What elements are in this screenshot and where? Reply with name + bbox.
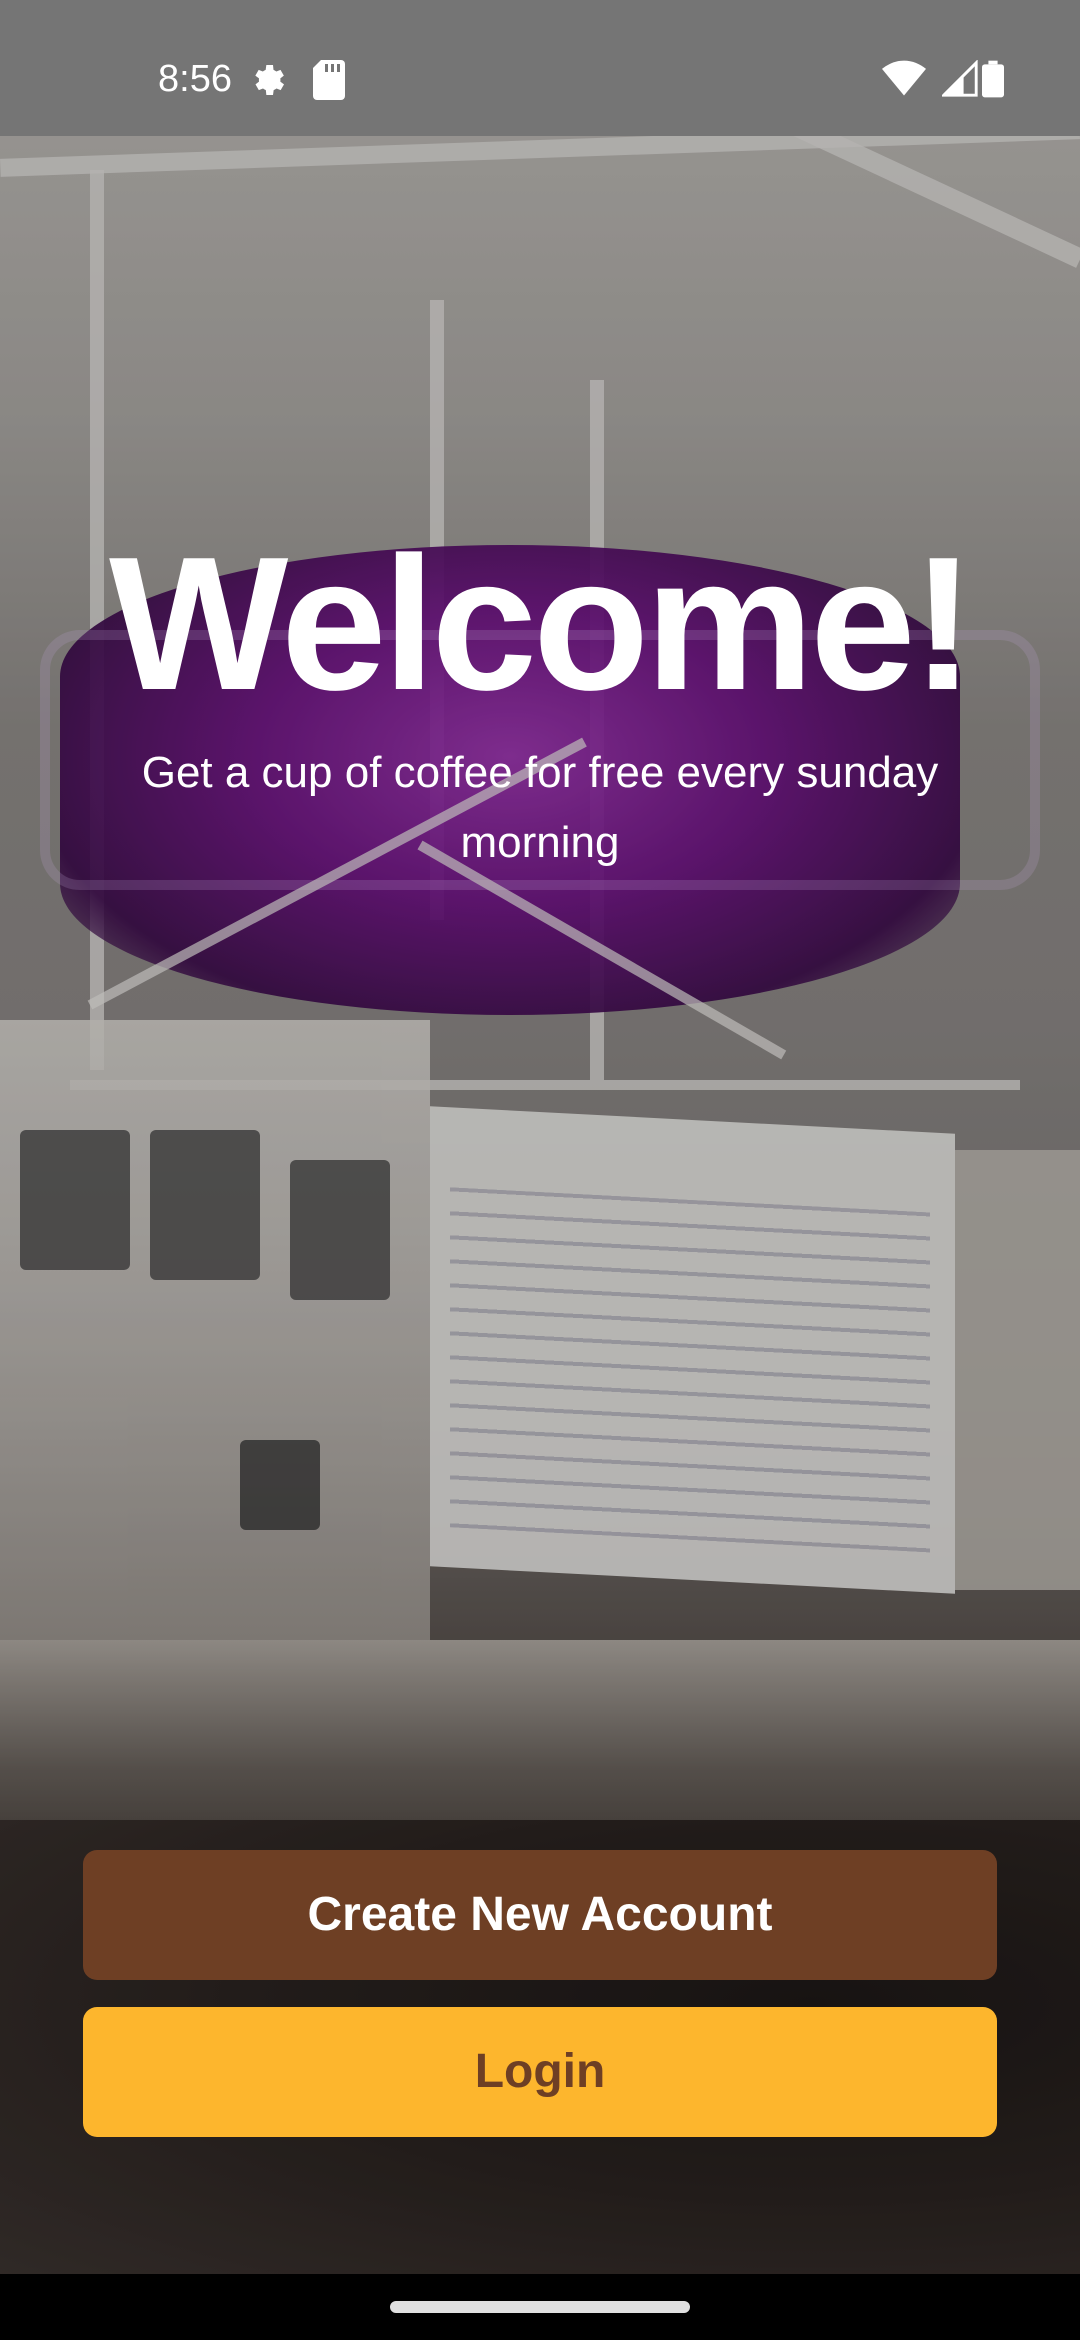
login-button[interactable]: Login [83,2007,997,2137]
welcome-screen: 8:56 Welcome! Get a cup of coffee for fr… [0,0,1080,2340]
battery-icon [982,60,1004,98]
wifi-icon [882,60,926,96]
welcome-subtitle: Get a cup of coffee for free every sunda… [141,748,939,867]
create-account-button[interactable]: Create New Account [83,1850,997,1980]
signal-icon [942,60,978,97]
navigation-bar [0,2274,1080,2340]
status-bar: 8:56 [0,0,1080,136]
welcome-title: Welcome! [109,518,975,730]
home-gesture-handle[interactable] [390,2301,690,2313]
sd-card-icon [313,60,345,100]
gear-icon [255,65,284,95]
status-time: 8:56 [158,58,232,100]
